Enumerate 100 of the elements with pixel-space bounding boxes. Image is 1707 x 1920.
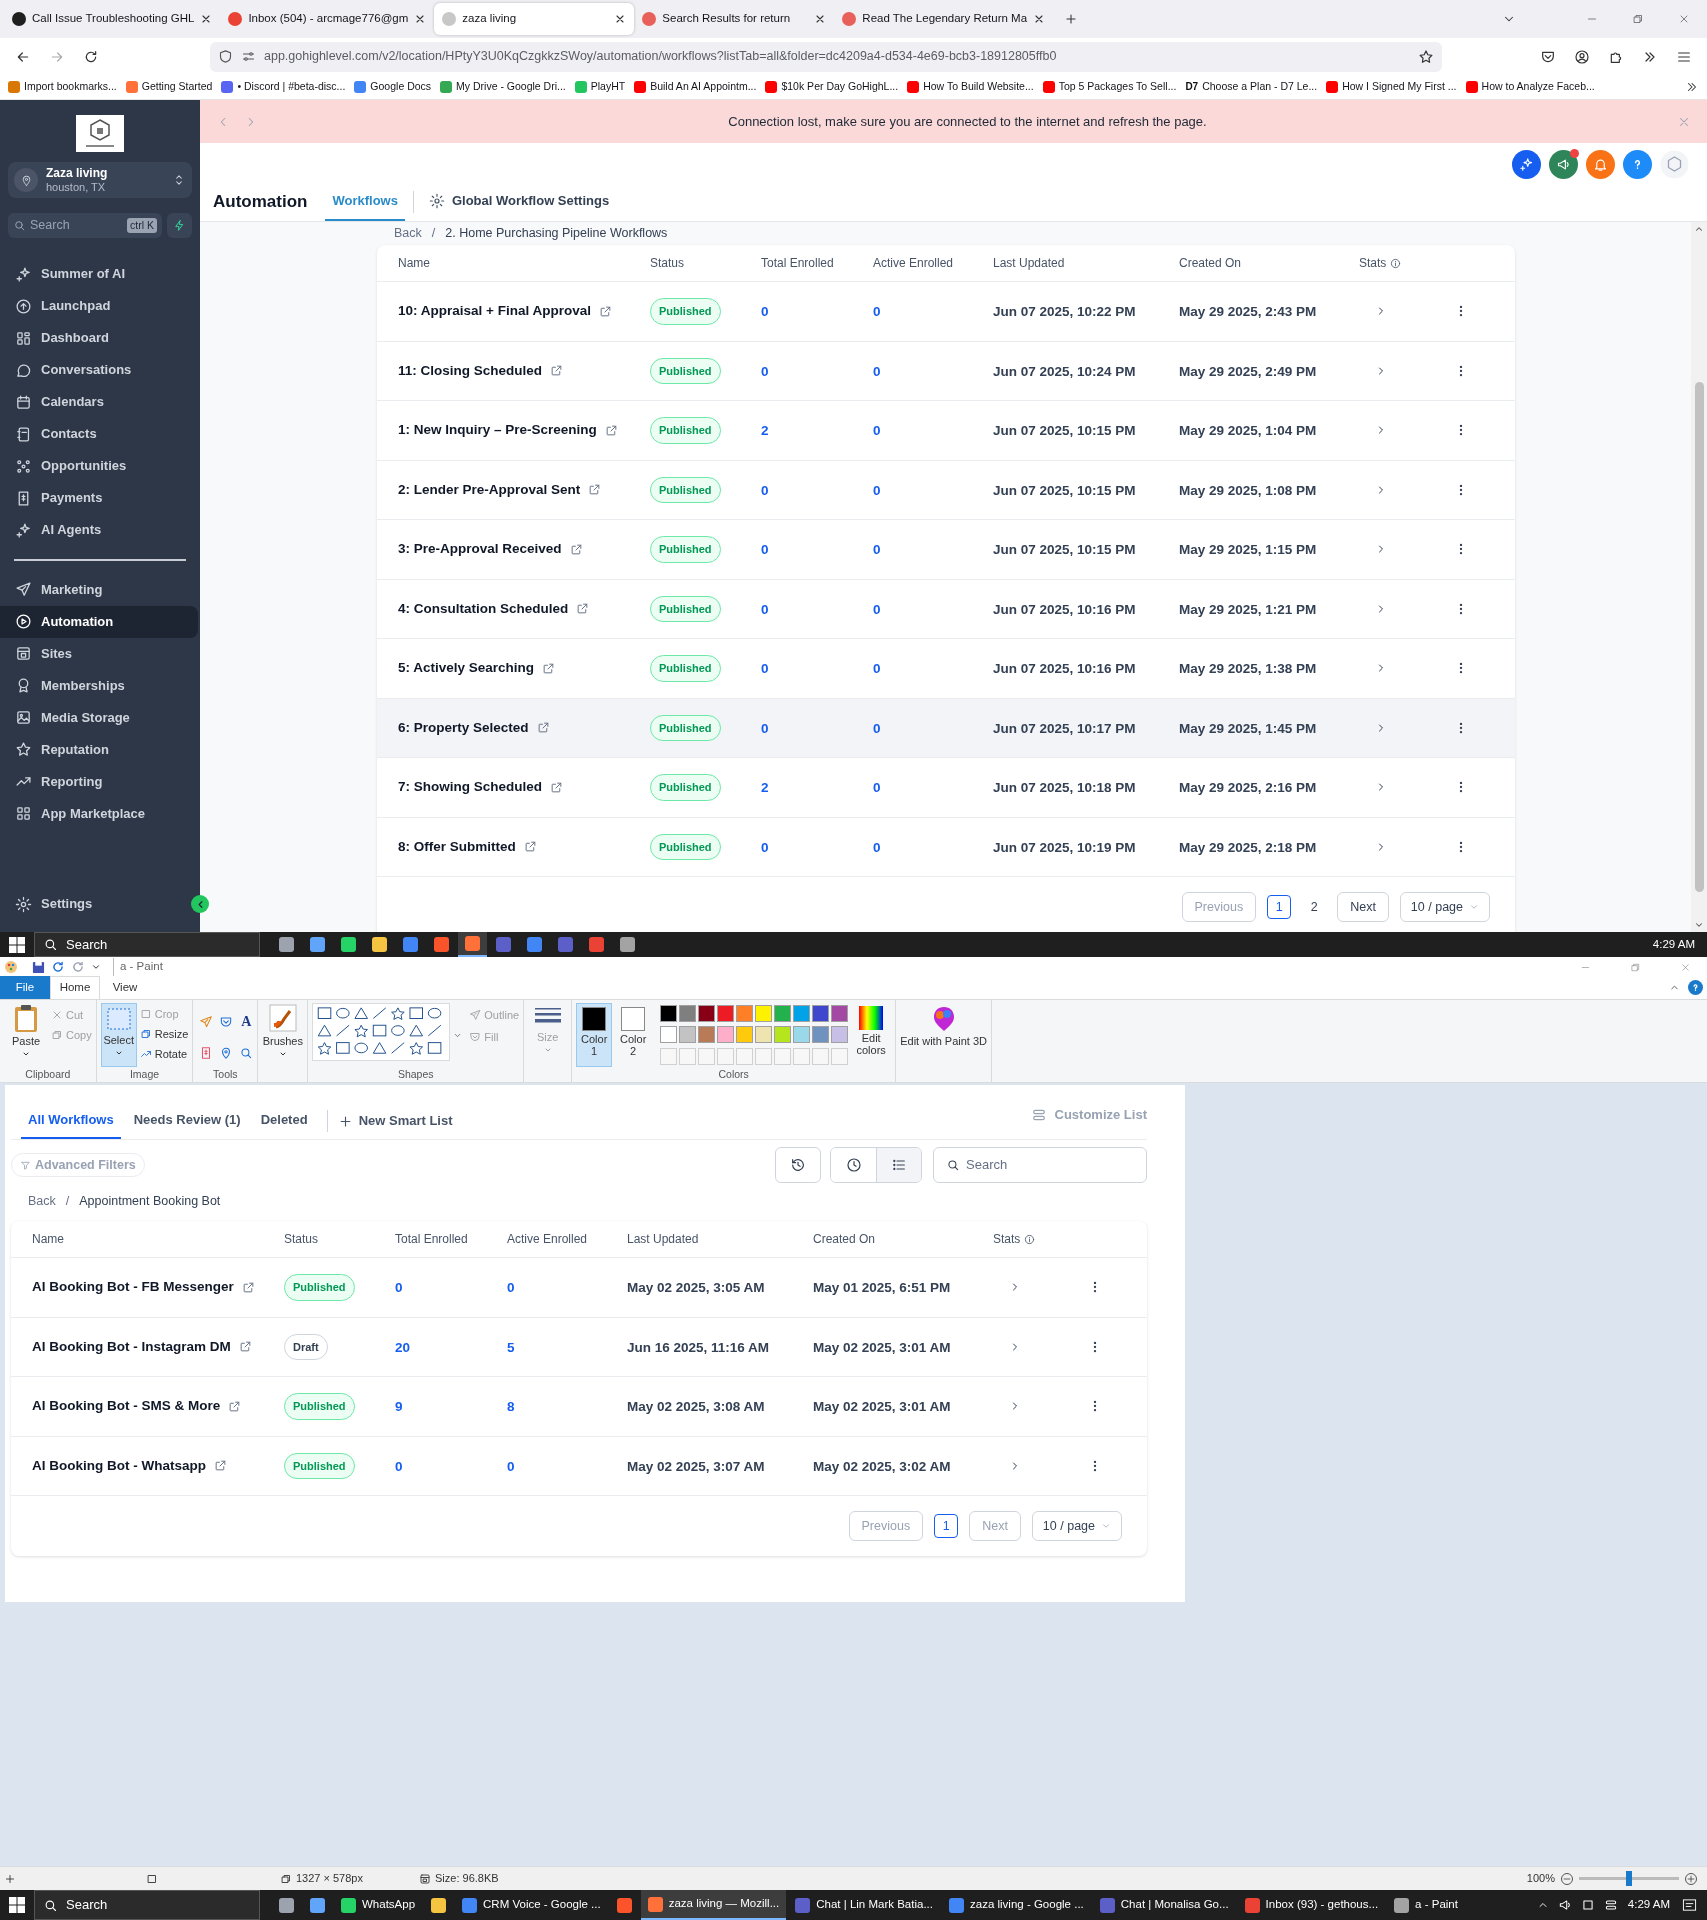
total-enrolled-link[interactable]: 0 (761, 839, 769, 855)
active-enrolled-link[interactable]: 0 (873, 661, 881, 677)
back-link[interactable]: Back (28, 1192, 56, 1211)
browser-tab[interactable]: Read The Legendary Return Ma (834, 3, 1054, 35)
sidebar-item[interactable]: Contacts (0, 418, 200, 450)
paste-button[interactable]: Paste (4, 1003, 48, 1067)
table-row[interactable]: 6: Property Selected Published 0 0 Jun 07 2025, 10:17 PM May 29 2025, 1:45 PM (377, 698, 1515, 758)
workflow-name[interactable]: 6: Property Selected (398, 717, 529, 738)
table-row[interactable]: 5: Actively Searching Published 0 0 Jun 07 2025, 10:16 PM May 29 2025, 1:38 PM (377, 639, 1515, 699)
bookmark[interactable]: Getting Started (125, 79, 213, 95)
browser-tab[interactable]: zaza living (434, 3, 635, 35)
sidebar-item[interactable]: Media Storage (0, 701, 198, 734)
total-enrolled-link[interactable]: 0 (761, 363, 769, 379)
browser-tab[interactable]: Inbox (504) - arcmage776@gm (220, 3, 435, 35)
search-field[interactable]: Search ctrl K (8, 213, 162, 238)
workflow-name[interactable]: 8: Offer Submitted (398, 836, 516, 857)
sidebar-item[interactable]: Payments (0, 482, 200, 514)
header-tab[interactable]: Global Workflow Settings (421, 182, 617, 221)
new-smart-list-button[interactable]: New Smart List (333, 1103, 457, 1139)
table-row[interactable]: 11: Closing Scheduled Published 0 0 Jun 07 2025, 10:24 PM May 29 2025, 2:49 PM (377, 341, 1515, 401)
resize-button[interactable]: Resize (139, 1025, 189, 1043)
bookmark[interactable]: Google Docs (354, 79, 432, 95)
color-slot-button[interactable]: Color 1 (576, 1003, 613, 1067)
sidebar-item[interactable]: App Marketplace (0, 797, 198, 830)
total-enrolled-link[interactable]: 0 (761, 304, 769, 320)
bookmark[interactable]: PlayHT (574, 79, 626, 95)
workflow-name[interactable]: 2: Lender Pre-Approval Sent (398, 479, 581, 500)
sidebar-item[interactable]: Reporting (0, 765, 198, 798)
search-field[interactable]: Search (933, 1147, 1147, 1183)
ribbon-tab[interactable]: View (100, 976, 150, 999)
total-enrolled-link[interactable]: 20 (395, 1339, 411, 1355)
text-tool-button[interactable]: A (239, 1014, 254, 1029)
color-slot-button[interactable]: Color 2 (615, 1003, 652, 1067)
rotate-button[interactable]: Rotate (139, 1045, 189, 1063)
workflow-name[interactable]: 5: Actively Searching (398, 658, 535, 679)
sidebar-item[interactable]: Summer of AI (0, 258, 200, 290)
taskbar-app[interactable]: Inbox (93) - gethous... (1237, 1890, 1386, 1920)
list-tab[interactable]: All Workflows (21, 1103, 121, 1139)
total-enrolled-link[interactable]: 9 (395, 1399, 403, 1415)
table-row[interactable]: 1: New Inquiry – Pre-Screening Published 2 0 Jun 07 2025, 10:15 PM May 29 2025, 1:04 PM (377, 401, 1515, 461)
total-enrolled-link[interactable]: 0 (395, 1458, 403, 1474)
workflow-name[interactable]: AI Booking Bot - SMS & More (32, 1396, 221, 1417)
active-enrolled-link[interactable]: 0 (873, 601, 881, 617)
table-row[interactable]: 3: Pre-Approval Received Published 0 0 Jun 07 2025, 10:15 PM May 29 2025, 1:15 PM (377, 520, 1515, 580)
page-button[interactable]: 1 (1267, 895, 1292, 919)
table-row[interactable]: 2: Lender Pre-Approval Sent Published 0 0 Jun 07 2025, 10:15 PM May 29 2025, 1:08 PM (377, 460, 1515, 520)
workflow-name[interactable]: 3: Pre-Approval Received (398, 539, 562, 560)
total-enrolled-link[interactable]: 2 (761, 780, 769, 796)
sidebar-item[interactable]: Marketing (0, 573, 198, 606)
active-enrolled-link[interactable]: 0 (873, 720, 881, 736)
active-enrolled-link[interactable]: 0 (873, 304, 881, 320)
page-size-select[interactable]: 10 / page (1031, 1511, 1122, 1541)
active-enrolled-link[interactable]: 0 (873, 780, 881, 796)
active-enrolled-link[interactable]: 8 (507, 1399, 515, 1415)
workflow-name[interactable]: 11: Closing Scheduled (398, 360, 543, 381)
ribbon-tab[interactable]: Home (50, 976, 100, 999)
table-row[interactable]: 8: Offer Submitted Published 0 0 Jun 07 2025, 10:19 PM May 29 2025, 2:18 PM (377, 817, 1515, 877)
address-bar[interactable]: app.gohighlevel.com/v2/location/HPtyY3U0KqCzgkkzSWoy/automation/workflows?listTab=all&folder=dc4209a4-d534-4e69-bcb3-18912805ffb0 (210, 41, 1442, 72)
active-enrolled-link[interactable]: 0 (873, 542, 881, 558)
total-enrolled-link[interactable]: 0 (761, 720, 769, 736)
sidebar-item[interactable]: Conversations (0, 354, 200, 386)
list-tab[interactable]: Needs Review (1) (126, 1103, 248, 1139)
sidebar-item[interactable]: Dashboard (0, 322, 200, 354)
taskbar-app[interactable]: zaza living — Mozill... (640, 1890, 787, 1920)
total-enrolled-link[interactable]: 0 (761, 601, 769, 617)
workflow-name[interactable]: AI Booking Bot - Instagram DM (32, 1336, 231, 1357)
table-row[interactable]: 10: Appraisal + Final Approval Published 0 0 Jun 07 2025, 10:22 PM May 29 2025, 2:43 PM (377, 282, 1515, 342)
total-enrolled-link[interactable]: 0 (761, 482, 769, 498)
active-enrolled-link[interactable]: 0 (507, 1458, 515, 1474)
active-enrolled-link[interactable]: 0 (873, 423, 881, 439)
bookmark[interactable]: D7 Choose a Plan - D7 Le... (1185, 79, 1318, 95)
browser-tab[interactable]: Call Issue Troubleshooting GHL (4, 3, 221, 35)
table-row[interactable]: AI Booking Bot - Instagram DM Draft 20 5 Jun 16 2025, 11:16 AM May 02 2025, 3:01 AM (11, 1317, 1147, 1377)
total-enrolled-link[interactable]: 0 (761, 542, 769, 558)
workflow-name[interactable]: 10: Appraisal + Final Approval (398, 301, 591, 322)
workflow-name[interactable]: 4: Consultation Scheduled (398, 598, 569, 619)
taskbar-app[interactable]: zaza living - Google ... (942, 1890, 1091, 1920)
list-tab[interactable]: Deleted (253, 1103, 315, 1139)
sidebar-item[interactable]: AI Agents (0, 514, 200, 546)
page-size-select[interactable]: 10 / page (1399, 892, 1490, 922)
table-row[interactable]: 7: Showing Scheduled Published 2 0 Jun 07 2025, 10:18 PM May 29 2025, 2:16 PM (377, 758, 1515, 818)
sidebar-item[interactable]: Opportunities (0, 450, 200, 482)
taskbar-app[interactable]: Chat | Monalisa Go... (1092, 1890, 1236, 1920)
sidebar-item[interactable]: Memberships (0, 669, 198, 702)
active-enrolled-link[interactable]: 0 (507, 1280, 515, 1296)
active-enrolled-link[interactable]: 0 (873, 482, 881, 498)
account-switcher[interactable]: Zaza living houston, TX (8, 162, 192, 198)
back-link[interactable]: Back (394, 224, 422, 243)
workflow-name[interactable]: 1: New Inquiry – Pre-Screening (398, 420, 597, 441)
sidebar-item[interactable]: Sites (0, 637, 198, 670)
total-enrolled-link[interactable]: 0 (395, 1280, 403, 1296)
workflow-name[interactable]: 7: Showing Scheduled (398, 777, 542, 798)
taskbar-search-field[interactable]: Search (34, 1890, 260, 1920)
ribbon-tab[interactable]: File (0, 976, 50, 999)
sidebar-item[interactable]: Reputation (0, 733, 198, 766)
taskbar-app[interactable]: Chat | Lin Mark Batia... (788, 1890, 940, 1920)
table-row[interactable]: AI Booking Bot - Whatsapp Published 0 0 May 02 2025, 3:07 AM May 02 2025, 3:02 AM (11, 1436, 1147, 1496)
browser-tab[interactable]: Search Results for return (634, 3, 835, 35)
workflow-name[interactable]: AI Booking Bot - Whatsapp (32, 1455, 206, 1476)
select-button[interactable]: Select (100, 1003, 137, 1067)
